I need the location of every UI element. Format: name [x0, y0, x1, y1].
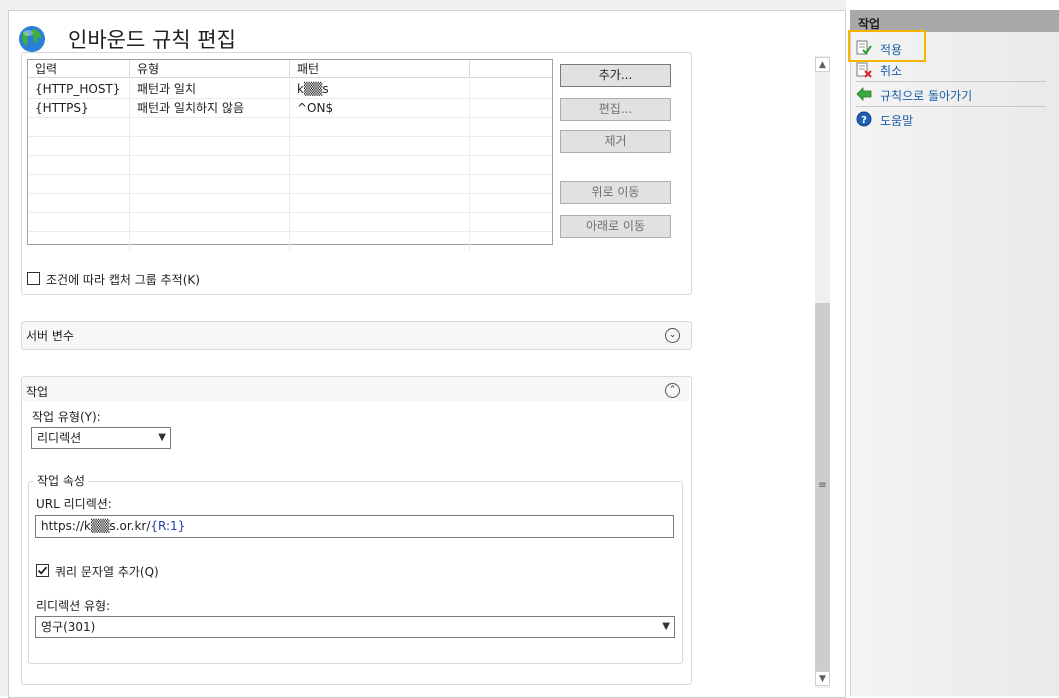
- actions-separator: [856, 106, 1046, 107]
- redirect-type-value: 영구(301): [41, 620, 96, 634]
- apply-highlight-box: [848, 30, 926, 62]
- collapse-chevron-icon[interactable]: ⌃: [665, 383, 680, 398]
- chevron-down-icon: ▼: [158, 432, 166, 443]
- remove-condition-button[interactable]: 제거: [560, 130, 671, 153]
- action-properties-label: 작업 속성: [34, 472, 88, 489]
- column-header-type[interactable]: 유형: [130, 60, 290, 78]
- move-down-button[interactable]: 아래로 이동: [560, 215, 671, 238]
- expand-chevron-icon[interactable]: ⌄: [665, 328, 680, 343]
- globe-icon: [19, 26, 45, 52]
- back-arrow-icon: [856, 87, 872, 101]
- cell-type: 패턴과 일치하지 않음: [130, 99, 290, 118]
- edit-condition-button[interactable]: 편집...: [560, 98, 671, 121]
- url-redirect-label: URL 리디렉션:: [36, 497, 112, 511]
- action-type-label: 작업 유형(Y):: [32, 410, 101, 424]
- append-query-label: 쿼리 문자열 추가(Q): [55, 565, 159, 579]
- table-row-empty: [28, 194, 552, 213]
- scroll-up-arrow-icon[interactable]: ▲: [815, 57, 830, 72]
- cell-type: 패턴과 일치: [130, 80, 290, 99]
- column-header-pattern[interactable]: 패턴: [290, 60, 470, 78]
- chevron-down-icon: ▼: [662, 621, 670, 632]
- table-row[interactable]: {HTTP_HOST} 패턴과 일치 k▒▒s: [28, 80, 552, 99]
- checkmark-icon: [37, 566, 48, 575]
- cancel-action-link[interactable]: 취소: [880, 62, 902, 79]
- table-row-empty: [28, 137, 552, 156]
- table-row[interactable]: {HTTPS} 패턴과 일치하지 않음 ^ON$: [28, 99, 552, 118]
- track-capture-label: 조건에 따라 캡처 그룹 추적(K): [46, 273, 200, 287]
- table-row-empty: [28, 232, 552, 251]
- cell-pattern: k▒▒s: [290, 80, 470, 99]
- table-row-empty: [28, 156, 552, 175]
- svg-text:?: ?: [861, 115, 867, 126]
- track-capture-checkbox[interactable]: [27, 272, 40, 285]
- conditions-table[interactable]: 입력 유형 패턴 {HTTP_HOST} 패턴과 일치 k▒▒s {HTTPS}…: [27, 59, 553, 251]
- column-header-input[interactable]: 입력: [28, 60, 130, 78]
- server-variables-section[interactable]: [21, 321, 692, 350]
- add-condition-button[interactable]: 추가...: [560, 64, 671, 87]
- actions-separator: [856, 81, 1046, 82]
- scroll-down-arrow-icon[interactable]: ▼: [815, 671, 830, 686]
- server-variables-title: 서버 변수: [26, 329, 74, 343]
- redirect-type-select[interactable]: 영구(301) ▼: [35, 616, 675, 638]
- redirect-type-label: 리디렉션 유형:: [36, 599, 111, 613]
- scroll-grip-icon: ≡: [818, 480, 827, 491]
- table-row-empty: [28, 118, 552, 137]
- action-section-title: 작업: [26, 385, 49, 399]
- action-section-header: [22, 377, 689, 401]
- move-up-button[interactable]: 위로 이동: [560, 181, 671, 204]
- cancel-x-icon: [856, 62, 872, 78]
- url-token-text: {R:1}: [150, 519, 186, 533]
- cell-pattern: ^ON$: [290, 99, 470, 118]
- help-icon: ?: [856, 111, 872, 127]
- column-header-filler: [470, 60, 552, 78]
- table-row-empty: [28, 213, 552, 232]
- help-link[interactable]: 도움말: [880, 112, 913, 129]
- table-row-empty: [28, 175, 552, 194]
- cell-input: {HTTP_HOST}: [28, 80, 130, 99]
- actions-pane-header: [850, 10, 1059, 32]
- action-type-select[interactable]: 리디렉션 ▼: [31, 427, 171, 449]
- append-query-checkbox[interactable]: [36, 564, 49, 577]
- back-to-rules-link[interactable]: 규칙으로 돌아가기: [880, 87, 972, 104]
- url-redirect-input[interactable]: https://k▒▒s.or.kr/{R:1}: [35, 515, 674, 538]
- action-type-value: 리디렉션: [37, 431, 82, 445]
- cell-input: {HTTPS}: [28, 99, 130, 118]
- url-prefix-text: https://k▒▒s.or.kr/: [41, 519, 151, 533]
- page-title: 인바운드 규칙 편집: [68, 28, 236, 52]
